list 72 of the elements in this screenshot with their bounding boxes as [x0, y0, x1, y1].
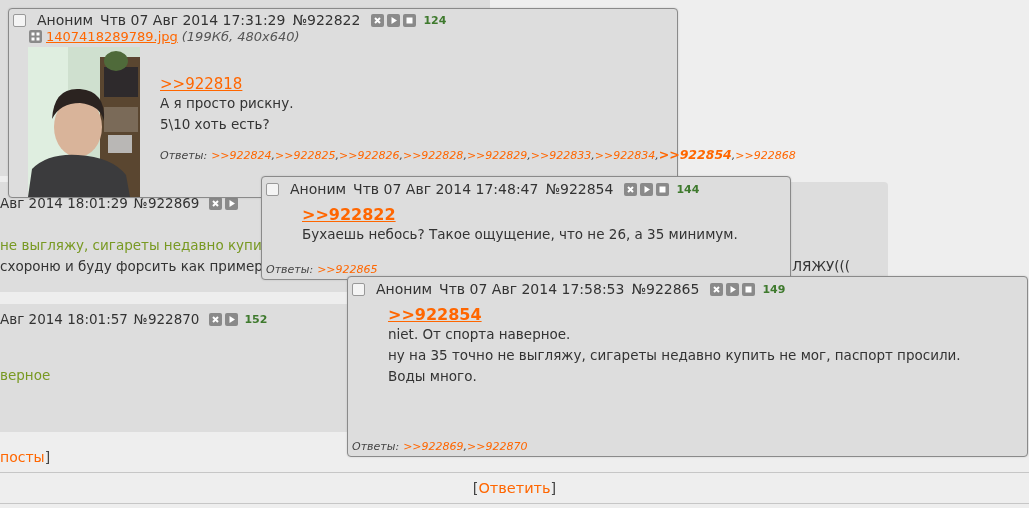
post-text: схороню и буду форсить как пример	[0, 257, 263, 274]
comma: ,	[591, 149, 595, 162]
post-text: ну на 35 точно не выгляжу, сигареты недавно купить не мог, паспорт просили.	[388, 346, 961, 365]
posts-link[interactable]: посты	[0, 449, 45, 465]
replies-label: Ответы:	[266, 263, 314, 276]
close-icon[interactable]	[209, 312, 223, 326]
checkbox[interactable]	[352, 282, 365, 296]
post-number[interactable]: №922822	[292, 12, 361, 28]
post-text: 5\10 хоть есть?	[160, 115, 271, 134]
stop-icon[interactable]	[742, 282, 756, 296]
comma: ,	[527, 149, 531, 162]
comma: ,	[655, 149, 659, 162]
close-icon[interactable]	[371, 13, 385, 27]
post-date: Чтв 07 Авг 2014 17:58:53	[439, 281, 625, 297]
post-text: А я просто рискну.	[160, 94, 295, 113]
replies-label: Ответы:	[352, 440, 400, 453]
author-name: Аноним	[376, 281, 433, 297]
post-rating: 149	[762, 282, 786, 296]
reply-link[interactable]: Ответить	[478, 480, 551, 496]
checkbox[interactable]	[266, 182, 279, 196]
reply-link[interactable]: >>922868	[735, 149, 796, 162]
post-text: niet. От спорта наверное.	[388, 325, 572, 344]
post-rating: 124	[423, 13, 447, 27]
reply-link[interactable]: >>922854	[388, 306, 482, 324]
reply-link[interactable]: >>922818	[160, 75, 243, 93]
reply-link[interactable]: >>922825	[275, 149, 336, 162]
comma: ,	[335, 149, 339, 162]
play-icon[interactable]	[225, 312, 239, 326]
post-date: Чтв 07 Авг 2014 17:48:47	[353, 181, 539, 197]
file-link[interactable]: 1407418289789.jpg	[46, 29, 178, 44]
reply-link[interactable]: >>922833	[530, 149, 592, 162]
comma: ,	[463, 440, 468, 453]
bracket: ]	[550, 480, 557, 496]
file-info: (199Кб, 480x640)	[181, 29, 300, 44]
play-icon[interactable]	[640, 182, 654, 196]
author-name: Аноним	[290, 181, 347, 197]
post-number[interactable]: №922865	[631, 281, 700, 297]
post-date: Авг 2014 18:01:57	[0, 311, 128, 327]
post-rating: 144	[676, 182, 700, 196]
post-number[interactable]: №922870	[133, 311, 200, 327]
post-text: ЛЯЖУ(((	[791, 257, 850, 274]
close-icon[interactable]	[624, 182, 638, 196]
reply-link[interactable]: >>922822	[302, 206, 396, 224]
post-rating: 152	[244, 312, 268, 326]
stop-icon[interactable]	[656, 182, 670, 196]
checkbox[interactable]	[13, 13, 26, 27]
comma: ,	[463, 149, 467, 162]
greentext-line: не выгляжу, сигареты недавно купи	[0, 236, 262, 253]
comma: ,	[399, 149, 403, 162]
replies-label: Ответы:	[160, 149, 208, 162]
close-icon[interactable]	[710, 282, 724, 296]
reply-link[interactable]: >>922829	[466, 149, 528, 162]
reply-link[interactable]: >>922870	[467, 440, 528, 453]
stop-icon[interactable]	[403, 13, 417, 27]
post-text: Воды много.	[388, 367, 478, 386]
post-number[interactable]: №922869	[133, 195, 200, 211]
author-name: Аноним	[37, 12, 94, 28]
play-icon[interactable]	[726, 282, 740, 296]
play-icon[interactable]	[387, 13, 401, 27]
post-date: Чтв 07 Авг 2014 17:31:29	[100, 12, 286, 28]
comma: ,	[731, 149, 736, 162]
reply-link[interactable]: >>922854	[658, 147, 732, 162]
reply-link[interactable]: >>922824	[211, 149, 272, 162]
post-date: Авг 2014 18:01:29	[0, 195, 128, 211]
reply-link[interactable]: >>922865	[317, 263, 378, 276]
greentext-line: верное	[0, 366, 51, 383]
post-text: Бухаешь небось? Такое ощущение, что не 26, а 35 минимум.	[302, 225, 738, 244]
comma: ,	[271, 149, 276, 162]
bracket: ]	[44, 449, 51, 465]
reply-link[interactable]: >>922869	[403, 440, 464, 453]
post-number[interactable]: №922854	[545, 181, 614, 197]
bracket: [	[472, 480, 479, 496]
